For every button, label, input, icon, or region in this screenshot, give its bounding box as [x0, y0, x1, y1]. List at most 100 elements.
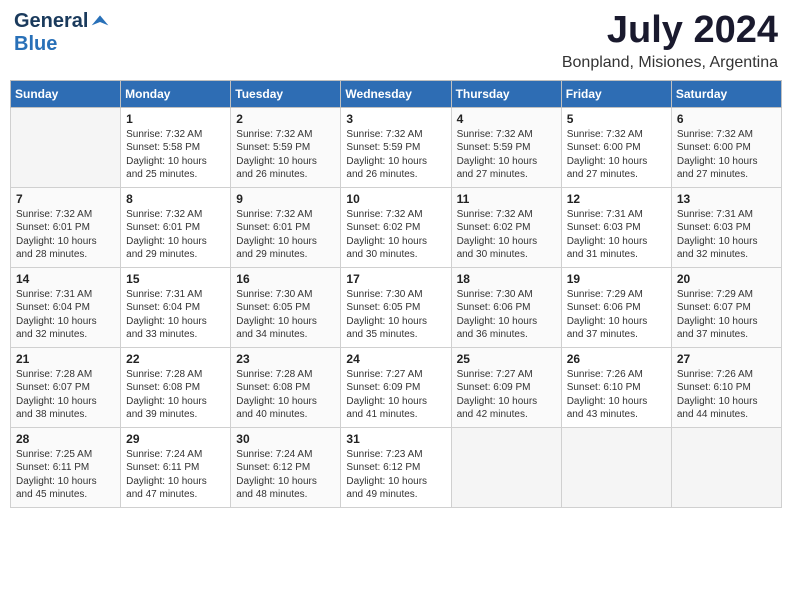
cell-content: Sunrise: 7:31 AM Sunset: 6:03 PM Dayligh…: [677, 208, 776, 262]
calendar-cell: 2Sunrise: 7:32 AM Sunset: 5:59 PM Daylig…: [231, 107, 341, 187]
calendar-cell: 11 Sunrise: 7:32 AM Sunset: 6:02 PM Dayli…: [451, 187, 561, 267]
cell-content: Sunrise: 7:27 AM Sunset: 6:09 PM Dayligh…: [457, 368, 556, 422]
day-number: 4: [457, 112, 556, 126]
day-number: 12: [567, 192, 666, 206]
day-number: 30: [236, 432, 335, 446]
logo-general: General: [14, 10, 88, 33]
cell-content: Sunrise: 7:26 AM Sunset: 6:10 PM Dayligh…: [677, 368, 776, 422]
calendar-cell: 16Sunrise: 7:30 AM Sunset: 6:05 PM Dayli…: [231, 267, 341, 347]
day-number: 7: [16, 192, 115, 206]
cell-content: Sunrise: 7:32 AM Sunset: 6:02 PM Dayligh…: [457, 208, 556, 262]
cell-content: Sunrise: 7:32 AM Sunset: 6:01 PM Dayligh…: [126, 208, 225, 262]
day-number: 23: [236, 352, 335, 366]
day-number: 8: [126, 192, 225, 206]
day-number: 31: [346, 432, 445, 446]
weekday-header-friday: Friday: [561, 80, 671, 107]
day-number: 21: [16, 352, 115, 366]
calendar-cell: 13 Sunrise: 7:31 AM Sunset: 6:03 PM Dayli…: [671, 187, 781, 267]
logo-blue: Blue: [14, 33, 57, 55]
calendar-week-row: 21 Sunrise: 7:28 AM Sunset: 6:07 PM Dayli…: [11, 347, 782, 427]
cell-content: Sunrise: 7:32 AM Sunset: 5:58 PM Dayligh…: [126, 128, 225, 182]
cell-content: Sunrise: 7:30 AM Sunset: 6:05 PM Dayligh…: [346, 288, 445, 342]
calendar-cell: 6 Sunrise: 7:32 AM Sunset: 6:00 PM Daylig…: [671, 107, 781, 187]
day-number: 11: [457, 192, 556, 206]
cell-content: Sunrise: 7:29 AM Sunset: 6:06 PM Dayligh…: [567, 288, 666, 342]
calendar-cell: 18 Sunrise: 7:30 AM Sunset: 6:06 PM Dayli…: [451, 267, 561, 347]
cell-content: Sunrise: 7:25 AM Sunset: 6:11 PM Dayligh…: [16, 448, 115, 502]
day-number: 28: [16, 432, 115, 446]
cell-content: Sunrise: 7:30 AM Sunset: 6:06 PM Dayligh…: [457, 288, 556, 342]
calendar-cell: 17 Sunrise: 7:30 AM Sunset: 6:05 PM Dayli…: [341, 267, 451, 347]
calendar-cell: 7 Sunrise: 7:32 AM Sunset: 6:01 PM Daylig…: [11, 187, 121, 267]
calendar-cell: 10 Sunrise: 7:32 AM Sunset: 6:02 PM Dayli…: [341, 187, 451, 267]
calendar-cell: [671, 427, 781, 507]
cell-content: Sunrise: 7:28 AM Sunset: 6:07 PM Dayligh…: [16, 368, 115, 422]
calendar-cell: 30Sunrise: 7:24 AM Sunset: 6:12 PM Dayli…: [231, 427, 341, 507]
calendar-cell: 1 Sunrise: 7:32 AM Sunset: 5:58 PM Daylig…: [121, 107, 231, 187]
cell-content: Sunrise: 7:32 AM Sunset: 6:00 PM Dayligh…: [567, 128, 666, 182]
calendar-cell: 28 Sunrise: 7:25 AM Sunset: 6:11 PM Dayli…: [11, 427, 121, 507]
day-number: 13: [677, 192, 776, 206]
weekday-header-row: SundayMondayTuesdayWednesdayThursdayFrid…: [11, 80, 782, 107]
day-number: 14: [16, 272, 115, 286]
day-number: 29: [126, 432, 225, 446]
cell-content: Sunrise: 7:31 AM Sunset: 6:04 PM Dayligh…: [16, 288, 115, 342]
page-header: General Blue July 2024 Bonpland, Misione…: [10, 10, 782, 72]
calendar-cell: 22Sunrise: 7:28 AM Sunset: 6:08 PM Dayli…: [121, 347, 231, 427]
day-number: 20: [677, 272, 776, 286]
calendar-cell: 24 Sunrise: 7:27 AM Sunset: 6:09 PM Dayli…: [341, 347, 451, 427]
cell-content: Sunrise: 7:32 AM Sunset: 5:59 PM Dayligh…: [457, 128, 556, 182]
calendar-week-row: 7 Sunrise: 7:32 AM Sunset: 6:01 PM Daylig…: [11, 187, 782, 267]
calendar-cell: 5Sunrise: 7:32 AM Sunset: 6:00 PM Daylig…: [561, 107, 671, 187]
cell-content: Sunrise: 7:23 AM Sunset: 6:12 PM Dayligh…: [346, 448, 445, 502]
day-number: 10: [346, 192, 445, 206]
weekday-header-wednesday: Wednesday: [341, 80, 451, 107]
weekday-header-monday: Monday: [121, 80, 231, 107]
month-year-title: July 2024: [562, 10, 778, 52]
day-number: 15: [126, 272, 225, 286]
day-number: 6: [677, 112, 776, 126]
calendar-cell: [451, 427, 561, 507]
cell-content: Sunrise: 7:32 AM Sunset: 6:01 PM Dayligh…: [236, 208, 335, 262]
day-number: 26: [567, 352, 666, 366]
cell-content: Sunrise: 7:26 AM Sunset: 6:10 PM Dayligh…: [567, 368, 666, 422]
day-number: 25: [457, 352, 556, 366]
calendar-cell: 25 Sunrise: 7:27 AM Sunset: 6:09 PM Dayli…: [451, 347, 561, 427]
calendar-week-row: 28 Sunrise: 7:25 AM Sunset: 6:11 PM Dayli…: [11, 427, 782, 507]
cell-content: Sunrise: 7:28 AM Sunset: 6:08 PM Dayligh…: [236, 368, 335, 422]
cell-content: Sunrise: 7:29 AM Sunset: 6:07 PM Dayligh…: [677, 288, 776, 342]
weekday-header-saturday: Saturday: [671, 80, 781, 107]
calendar-cell: 19 Sunrise: 7:29 AM Sunset: 6:06 PM Dayli…: [561, 267, 671, 347]
calendar-cell: [561, 427, 671, 507]
day-number: 19: [567, 272, 666, 286]
logo-bird-icon: [90, 13, 110, 31]
calendar-cell: 23 Sunrise: 7:28 AM Sunset: 6:08 PM Dayli…: [231, 347, 341, 427]
day-number: 3: [346, 112, 445, 126]
day-number: 9: [236, 192, 335, 206]
cell-content: Sunrise: 7:31 AM Sunset: 6:03 PM Dayligh…: [567, 208, 666, 262]
calendar-cell: 9 Sunrise: 7:32 AM Sunset: 6:01 PM Daylig…: [231, 187, 341, 267]
cell-content: Sunrise: 7:32 AM Sunset: 6:02 PM Dayligh…: [346, 208, 445, 262]
day-number: 27: [677, 352, 776, 366]
calendar-cell: 26 Sunrise: 7:26 AM Sunset: 6:10 PM Dayli…: [561, 347, 671, 427]
calendar-cell: 4 Sunrise: 7:32 AM Sunset: 5:59 PM Daylig…: [451, 107, 561, 187]
cell-content: Sunrise: 7:27 AM Sunset: 6:09 PM Dayligh…: [346, 368, 445, 422]
calendar-cell: 15Sunrise: 7:31 AM Sunset: 6:04 PM Dayli…: [121, 267, 231, 347]
title-block: July 2024 Bonpland, Misiones, Argentina: [562, 10, 778, 72]
day-number: 17: [346, 272, 445, 286]
weekday-header-sunday: Sunday: [11, 80, 121, 107]
calendar-week-row: 14 Sunrise: 7:31 AM Sunset: 6:04 PM Dayli…: [11, 267, 782, 347]
cell-content: Sunrise: 7:32 AM Sunset: 6:00 PM Dayligh…: [677, 128, 776, 182]
cell-content: Sunrise: 7:28 AM Sunset: 6:08 PM Dayligh…: [126, 368, 225, 422]
calendar-cell: 14 Sunrise: 7:31 AM Sunset: 6:04 PM Dayli…: [11, 267, 121, 347]
cell-content: Sunrise: 7:30 AM Sunset: 6:05 PM Dayligh…: [236, 288, 335, 342]
calendar-table: SundayMondayTuesdayWednesdayThursdayFrid…: [10, 80, 782, 508]
calendar-cell: 31 Sunrise: 7:23 AM Sunset: 6:12 PM Dayli…: [341, 427, 451, 507]
calendar-cell: 29Sunrise: 7:24 AM Sunset: 6:11 PM Dayli…: [121, 427, 231, 507]
weekday-header-tuesday: Tuesday: [231, 80, 341, 107]
day-number: 1: [126, 112, 225, 126]
calendar-cell: 27 Sunrise: 7:26 AM Sunset: 6:10 PM Dayli…: [671, 347, 781, 427]
day-number: 18: [457, 272, 556, 286]
day-number: 24: [346, 352, 445, 366]
cell-content: Sunrise: 7:32 AM Sunset: 6:01 PM Dayligh…: [16, 208, 115, 262]
